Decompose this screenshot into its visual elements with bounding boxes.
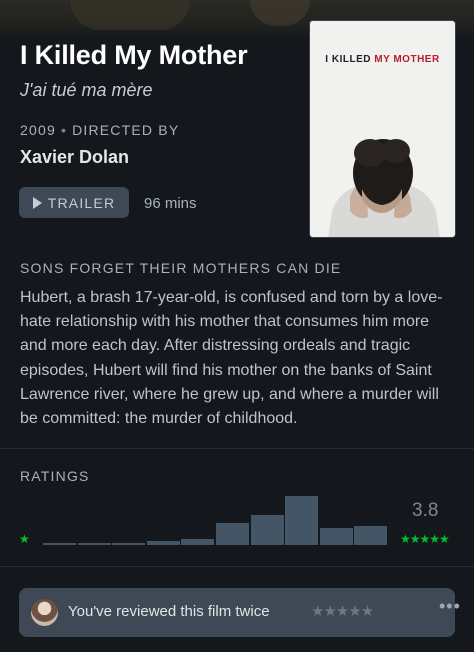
ratings-histogram[interactable] [43, 493, 389, 545]
divider [0, 566, 474, 567]
trailer-label: TRAILER [47, 194, 116, 211]
histogram-bar[interactable] [77, 542, 111, 545]
tagline: SONS FORGET THEIR MOTHERS CAN DIE [20, 260, 342, 276]
trailer-button[interactable]: TRAILER [19, 187, 129, 218]
histogram-bar[interactable] [112, 542, 146, 545]
five-stars-icon: ★★★★★ [400, 532, 450, 546]
film-meta: 2009 • DIRECTED BY [20, 122, 180, 138]
rating-stars-input[interactable]: ★★★★★ [311, 602, 374, 620]
histogram-bar[interactable] [354, 525, 388, 545]
histogram-bar[interactable] [250, 514, 284, 545]
histogram-bar[interactable] [146, 540, 180, 545]
review-status-text: You've reviewed this film twice [68, 603, 270, 620]
avatar [31, 599, 58, 626]
film-title: I Killed My Mother [20, 40, 248, 70]
original-title: J'ai tué ma mère [20, 80, 153, 100]
ratings-label: RATINGS [20, 468, 90, 484]
histogram-bar[interactable] [285, 496, 319, 545]
review-status-bar[interactable]: You've reviewed this film twice ★★★★★ ••… [19, 588, 460, 637]
directed-by-label: DIRECTED BY [72, 122, 180, 138]
synopsis: Hubert, a brash 17-year-old, is confused… [20, 289, 443, 428]
one-star-icon: ★ [19, 532, 30, 546]
director-name[interactable]: Xavier Dolan [20, 147, 129, 168]
poster-title: I KILLED MY MOTHER [325, 54, 440, 65]
runtime: 96 mins [144, 195, 197, 212]
histogram-bar[interactable] [43, 542, 76, 545]
release-year[interactable]: 2009 [20, 122, 56, 138]
more-options-icon[interactable]: ••• [439, 596, 461, 617]
histogram-bar[interactable] [216, 523, 249, 545]
average-rating: 3.8 [412, 500, 439, 521]
play-icon [32, 196, 42, 209]
divider [0, 448, 474, 449]
histogram-bar[interactable] [181, 538, 215, 545]
histogram-bar[interactable] [319, 527, 353, 545]
film-poster[interactable]: I KILLED MY MOTHER [309, 20, 456, 238]
